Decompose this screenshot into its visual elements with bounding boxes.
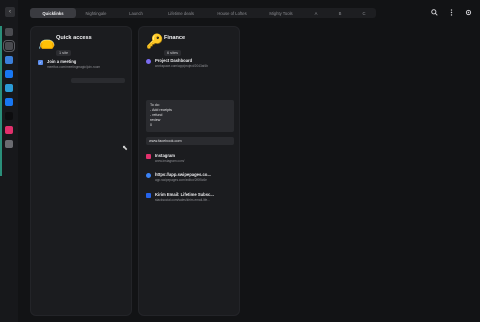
note-block[interactable]: To do: - Add receipts - refund review 0 [146,100,234,132]
link-item[interactable]: ✓ Join a meeting meetfox.com/meetingmagi… [38,59,126,69]
more-icon[interactable] [448,9,455,16]
card-title: Quick access [56,35,92,41]
tab-c[interactable]: C [352,8,376,18]
pouch-icon: 👝 [38,33,56,49]
link-item[interactable]: Instagram www.instagram.com/ [146,153,234,163]
facebook-icon[interactable] [5,98,13,106]
url-note[interactable]: www.facebook.com [146,137,234,145]
tab-house-of-loftes[interactable]: House of Loftes [206,8,258,18]
terminal-icon[interactable] [5,112,13,120]
project-icon [146,58,151,64]
tab-quicklinks[interactable]: Quicklinks [30,8,76,18]
tab-lifetime-deals[interactable]: Lifetime deals [156,8,206,18]
site-count-badge[interactable]: 6 sites [164,50,181,56]
link-title: Project Dashboard [155,58,193,63]
rail-accent-bar [0,26,2,176]
video-icon: ✓ [38,59,43,65]
mail-icon [146,192,151,198]
doc-icon[interactable] [5,84,13,92]
placeholder-bar [71,78,125,83]
link-title: Kirim Email: Lifetime Subsc... [155,192,214,197]
card-header: 🔑 Finance 6 sites [146,34,185,59]
app-icon[interactable] [5,56,13,64]
tab-nightingale[interactable]: Nightingale [76,8,116,18]
notes-icon[interactable] [5,140,13,148]
left-rail: ‹ [0,0,18,322]
link-item[interactable]: Kirim Email: Lifetime Subsc... stacksoci… [146,192,234,202]
note-line: 0 [150,123,152,127]
finance-card: 🔑 Finance 6 sites Project Dashboard work… [138,26,240,316]
link-item[interactable]: Project Dashboard workspace.com/app/proj… [146,58,234,68]
link-url: app.swipepages.com/editor/2f0f5c6e [155,177,207,182]
instagram-icon[interactable] [5,126,13,134]
tab-bar: Quicklinks Nightingale Launch Lifetime deal… [30,8,376,18]
rail-icon-list [3,28,15,148]
swipe-icon [146,172,151,178]
home-icon[interactable] [5,28,13,36]
link-item[interactable]: https://app.swipepages.co... app.swipepa… [146,172,234,182]
top-toolbar [431,9,472,16]
tab-b[interactable]: B [328,8,352,18]
link-url: meetfox.com/meetingmagic/join-room [47,64,101,69]
link-title: Join a meeting [47,59,77,64]
tab-a[interactable]: A [304,8,328,18]
site-count-badge[interactable]: 1 site [56,50,72,56]
settings-icon[interactable] [465,9,472,16]
search-icon[interactable] [431,9,438,16]
link-title: https://app.swipepages.co... [155,172,211,177]
card-title: Finance [164,35,186,41]
tab-launch[interactable]: Launch [116,8,156,18]
tab-mighty-tools[interactable]: Mighty Tools [258,8,304,18]
collapse-menu-button[interactable]: ‹ [5,7,15,17]
link-title: Instagram [155,153,176,158]
instagram-icon [146,153,151,159]
link-url: stacksocial.com/sales/kirim-email-life..… [155,197,210,202]
key-icon: 🔑 [146,33,164,49]
card-header: 👝 Quick access 1 site [38,34,92,59]
mouse-cursor-icon: ⬉ [122,145,128,152]
quick-access-card: 👝 Quick access 1 site ✓ Join a meeting m… [30,26,132,316]
link-url: workspace.com/app/project/2043af4b [155,63,208,68]
link-url: www.instagram.com/ [155,158,185,163]
facebook-icon[interactable] [5,70,13,78]
inbox-icon[interactable] [3,40,15,52]
